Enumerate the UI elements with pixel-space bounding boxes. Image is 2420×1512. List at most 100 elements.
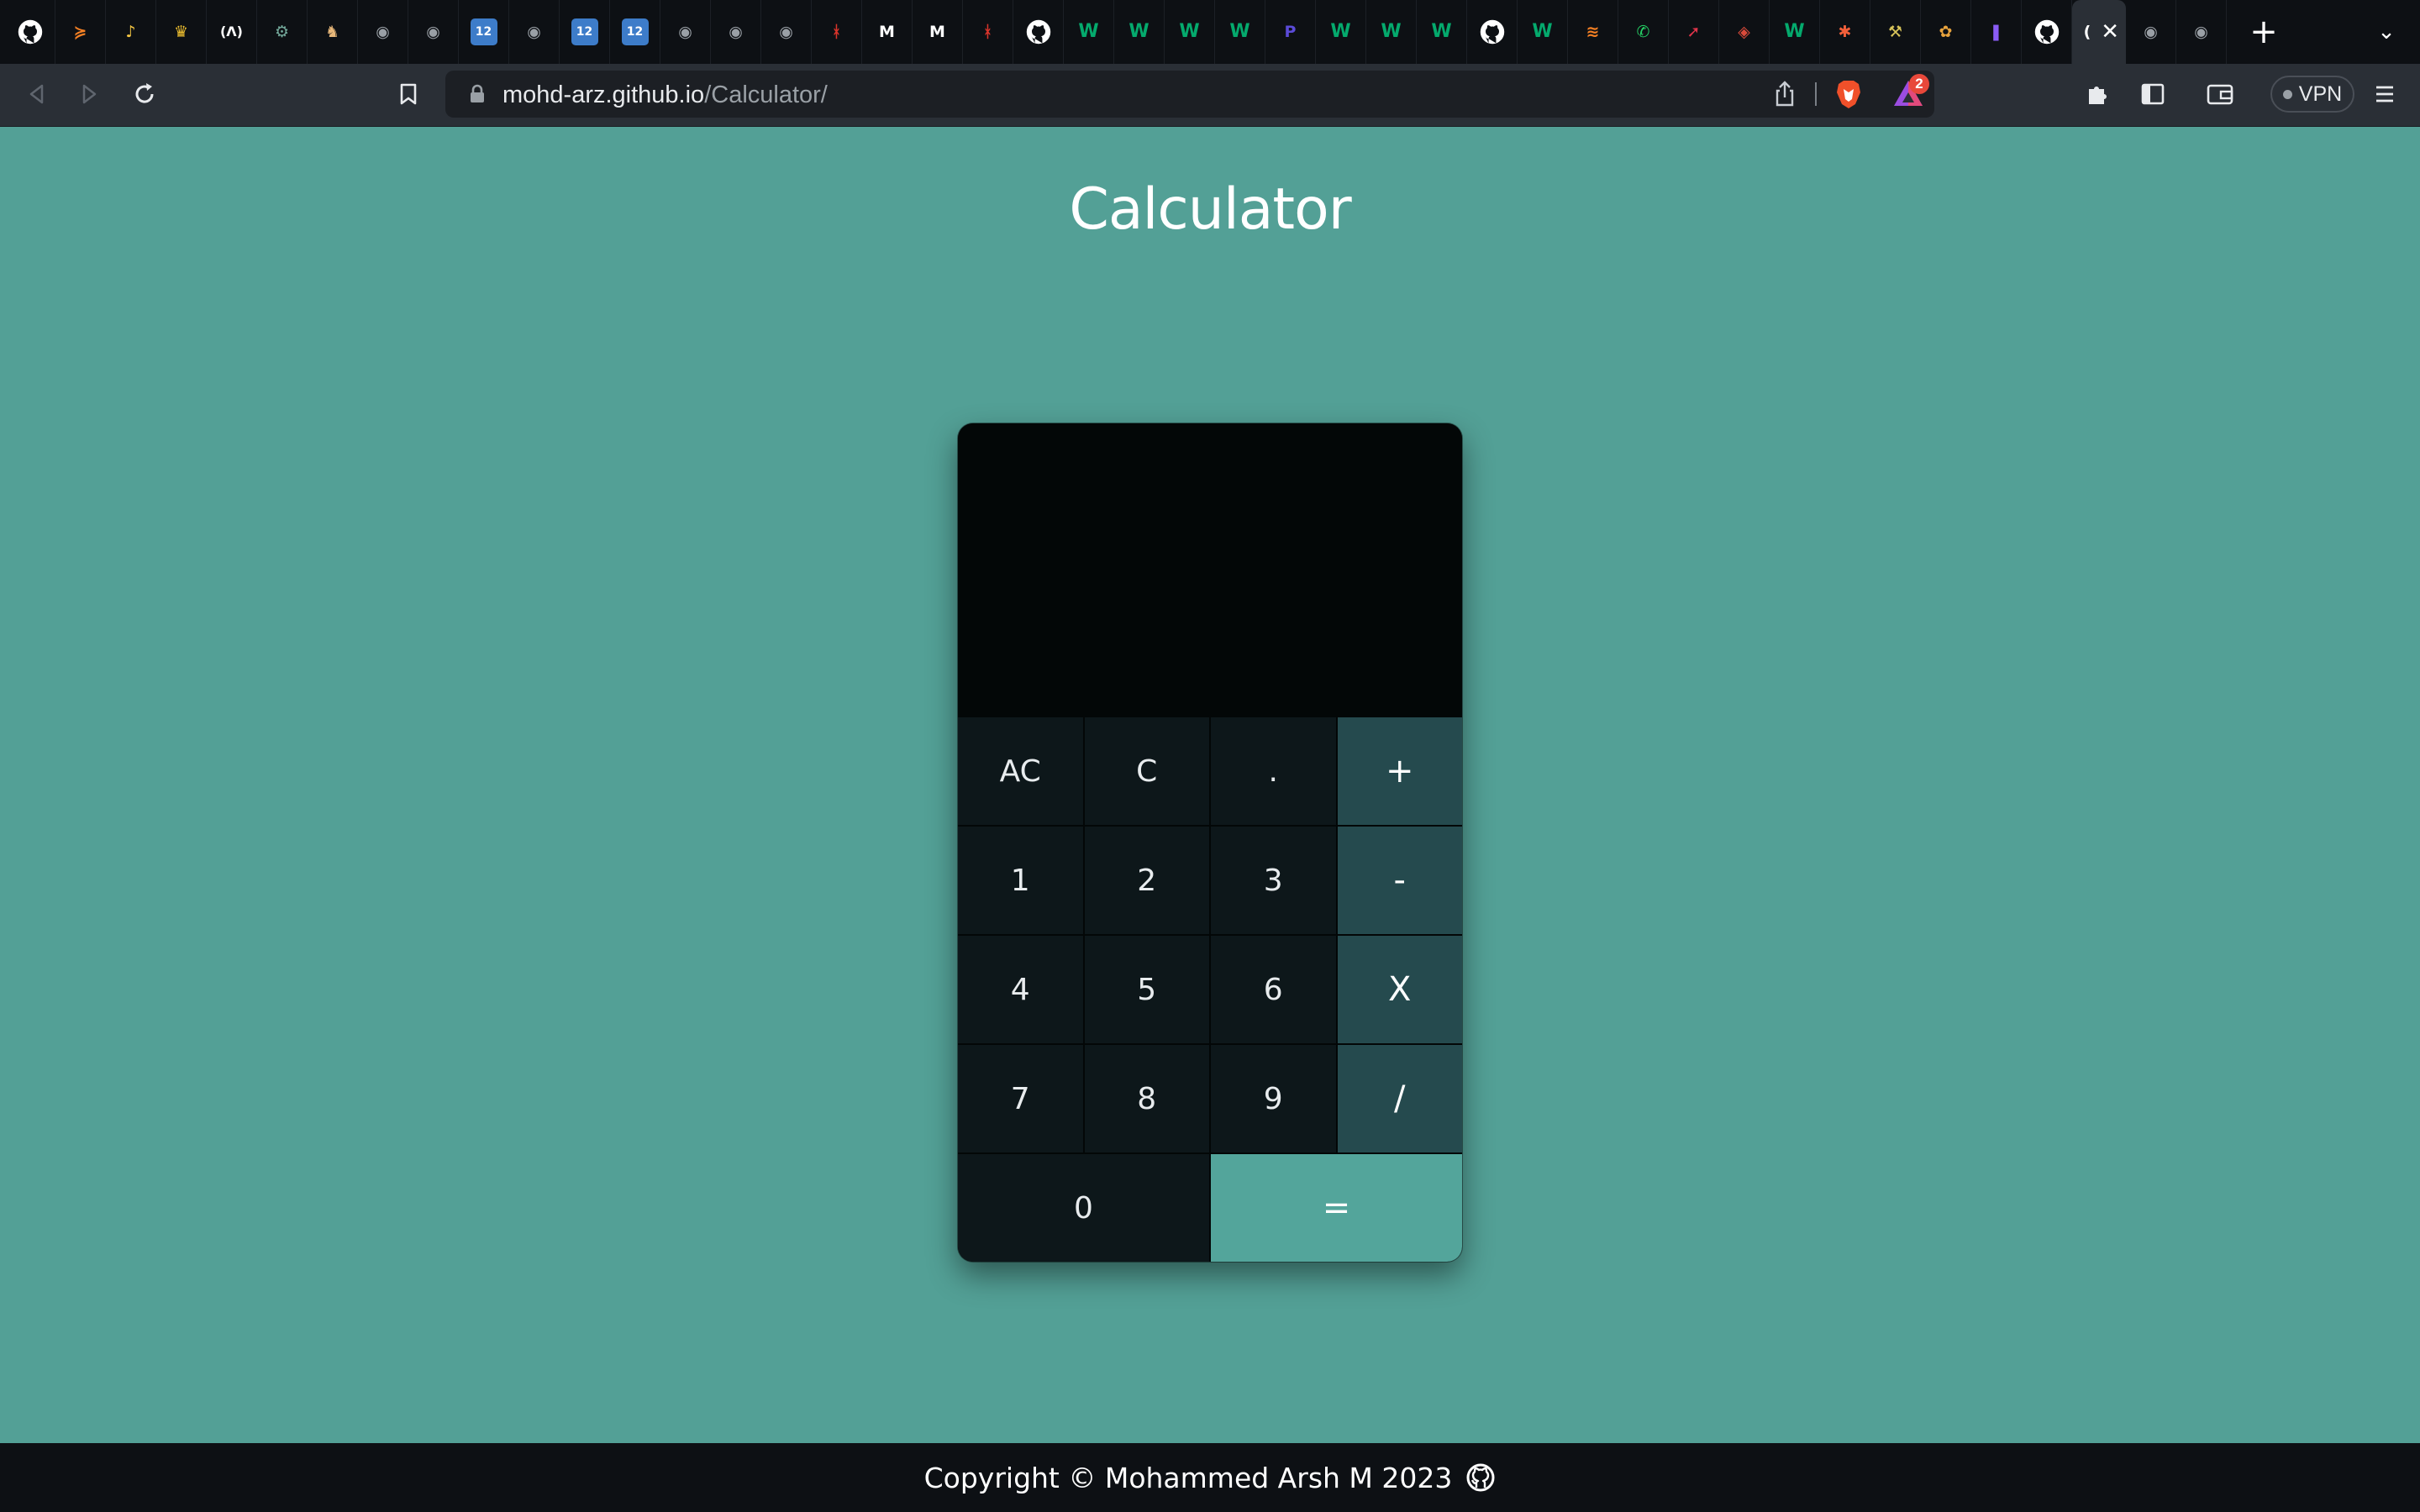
browser-tab[interactable]: ◉ bbox=[408, 0, 459, 64]
browser-tab[interactable]: ⚒ bbox=[1870, 0, 1921, 64]
new-tab-button[interactable]: + bbox=[2244, 12, 2284, 52]
url-text[interactable]: mohd-arz.github.io/Calculator/ bbox=[502, 81, 828, 109]
browser-tab[interactable]: 12 bbox=[459, 0, 509, 64]
browser-tab[interactable] bbox=[1467, 0, 1518, 64]
divide-button[interactable]: / bbox=[1337, 1045, 1462, 1152]
all-clear-button[interactable]: AC bbox=[958, 717, 1083, 825]
browser-tab[interactable]: W bbox=[1165, 0, 1215, 64]
w3schools-icon: W bbox=[1381, 21, 1402, 42]
vpn-button[interactable]: VPN bbox=[2270, 76, 2354, 113]
browser-tab[interactable]: ◉ bbox=[509, 0, 560, 64]
brave-shields-icon[interactable] bbox=[1832, 77, 1865, 111]
reload-button[interactable] bbox=[123, 72, 166, 116]
wallet-button[interactable] bbox=[2198, 72, 2242, 116]
github-icon bbox=[17, 18, 44, 45]
browser-tab[interactable] bbox=[5, 0, 55, 64]
digit-9-button[interactable]: 9 bbox=[1211, 1045, 1336, 1152]
wallet-icon bbox=[2207, 84, 2233, 105]
browser-tab[interactable]: ✱ bbox=[1820, 0, 1870, 64]
close-tab-icon[interactable]: ✕ bbox=[2101, 19, 2119, 45]
digit-6-button[interactable]: 6 bbox=[1211, 936, 1336, 1043]
share-icon[interactable] bbox=[1770, 79, 1800, 109]
bookmark-icon bbox=[400, 83, 417, 105]
browser-tab[interactable]: 12 bbox=[560, 0, 610, 64]
browser-tab[interactable]: ≋ bbox=[1568, 0, 1618, 64]
footer-copyright: Copyright © Mohammed Arsh M 2023 bbox=[923, 1461, 1453, 1494]
vpn-label: VPN bbox=[2298, 81, 2343, 106]
browser-tab[interactable]: ◉ bbox=[711, 0, 761, 64]
browser-tab[interactable] bbox=[1013, 0, 1064, 64]
globe-icon: ◉ bbox=[678, 22, 692, 41]
browser-tab[interactable]: ⚙ bbox=[257, 0, 308, 64]
subtract-button[interactable]: - bbox=[1337, 827, 1462, 934]
browser-tab[interactable]: W bbox=[1114, 0, 1165, 64]
browser-tab[interactable]: ᚼ bbox=[812, 0, 862, 64]
browser-toolbar: mohd-arz.github.io/Calculator/ 2 VPN bbox=[0, 64, 2420, 127]
digit-5-button[interactable]: 5 bbox=[1084, 936, 1209, 1043]
browser-tab-strip: ≽ ♪ ♛ (Λ) ⚙ ♞ ◉ ◉ 12 ◉ 12 12 ◉ ◉ ◉ ᚼ M M ᚼ W W W W P W W W W ≋ ✆ ➚ ◈ W ✱ ⚒… bbox=[0, 0, 2420, 64]
browser-tab[interactable]: ◈ bbox=[1719, 0, 1770, 64]
browser-tab[interactable] bbox=[2022, 0, 2072, 64]
browser-tab[interactable]: ♛ bbox=[156, 0, 207, 64]
browser-tab[interactable]: W bbox=[1770, 0, 1820, 64]
browser-tab[interactable]: ◉ bbox=[2176, 0, 2227, 64]
calculator-keypad: AC C. +1 2 3- 4 5 6 X 7 8 9/ 0 = bbox=[958, 717, 1462, 1262]
browser-tab[interactable]: W bbox=[1316, 0, 1366, 64]
main-menu-button[interactable] bbox=[2363, 72, 2407, 116]
digit-2-button[interactable]: 2 bbox=[1084, 827, 1209, 934]
globe-icon: ◉ bbox=[779, 22, 793, 41]
stack-icon: ≋ bbox=[1586, 22, 1600, 41]
w3schools-icon: W bbox=[1229, 21, 1250, 42]
browser-tab[interactable]: ✆ bbox=[1618, 0, 1669, 64]
forward-button[interactable] bbox=[67, 72, 111, 116]
back-button[interactable] bbox=[15, 72, 59, 116]
digit-4-button[interactable]: 4 bbox=[958, 936, 1083, 1043]
browser-tab[interactable]: (Λ) bbox=[207, 0, 257, 64]
forward-arrow-icon bbox=[82, 84, 97, 104]
digit-1-button[interactable]: 1 bbox=[958, 827, 1083, 934]
colorful-logo-icon: ✿ bbox=[1939, 22, 1953, 41]
w3schools-icon: W bbox=[1784, 21, 1805, 42]
browser-tab[interactable]: W bbox=[1215, 0, 1265, 64]
extensions-button[interactable] bbox=[2075, 72, 2119, 116]
browser-tab[interactable]: ◉ bbox=[2126, 0, 2176, 64]
browser-tab[interactable]: W bbox=[1366, 0, 1417, 64]
active-tab[interactable]: (✕ bbox=[2072, 0, 2126, 64]
digit-7-button[interactable]: 7 bbox=[958, 1045, 1083, 1152]
digit-8-button[interactable]: 8 bbox=[1084, 1045, 1209, 1152]
browser-tab[interactable]: M bbox=[862, 0, 913, 64]
browser-tab[interactable]: W bbox=[1417, 0, 1467, 64]
tab-search-button[interactable]: ⌄ bbox=[2366, 12, 2407, 52]
equals-button[interactable]: = bbox=[1211, 1154, 1462, 1262]
github-icon[interactable] bbox=[1465, 1462, 1496, 1493]
browser-tab[interactable]: 12 bbox=[610, 0, 660, 64]
clear-button[interactable]: C bbox=[1084, 717, 1209, 825]
decimal-button[interactable]: . bbox=[1211, 717, 1336, 825]
browser-tab[interactable]: P bbox=[1265, 0, 1316, 64]
browser-tab[interactable]: W bbox=[1518, 0, 1568, 64]
browser-tab[interactable]: M bbox=[913, 0, 963, 64]
digit-0-button[interactable]: 0 bbox=[958, 1154, 1209, 1262]
sidebar-icon bbox=[2141, 83, 2165, 105]
openai-icon: ⚙ bbox=[274, 22, 290, 41]
add-button[interactable]: + bbox=[1337, 717, 1462, 825]
browser-tab[interactable]: ◉ bbox=[660, 0, 711, 64]
browser-tab[interactable]: ➚ bbox=[1669, 0, 1719, 64]
sidebar-button[interactable] bbox=[2131, 72, 2175, 116]
bookmark-button[interactable] bbox=[387, 72, 430, 116]
digit-3-button[interactable]: 3 bbox=[1211, 827, 1336, 934]
browser-tab[interactable]: ᚼ bbox=[963, 0, 1013, 64]
browser-tab[interactable]: ◉ bbox=[761, 0, 812, 64]
figure-icon: ᚼ bbox=[831, 22, 842, 41]
address-bar[interactable]: mohd-arz.github.io/Calculator/ 2 bbox=[445, 71, 1934, 118]
browser-tab[interactable]: ✿ bbox=[1921, 0, 1971, 64]
browser-tab[interactable]: ◉ bbox=[358, 0, 408, 64]
browser-tab[interactable]: ♪ bbox=[106, 0, 156, 64]
browser-tab[interactable]: W bbox=[1064, 0, 1114, 64]
browser-tab[interactable]: ≽ bbox=[55, 0, 106, 64]
multiply-button[interactable]: X bbox=[1337, 936, 1462, 1043]
w3schools-icon: W bbox=[1330, 21, 1351, 42]
browser-tab[interactable]: ♞ bbox=[308, 0, 358, 64]
freecodecamp-icon: (Λ) bbox=[219, 24, 243, 39]
browser-tab[interactable]: ❚ bbox=[1971, 0, 2022, 64]
